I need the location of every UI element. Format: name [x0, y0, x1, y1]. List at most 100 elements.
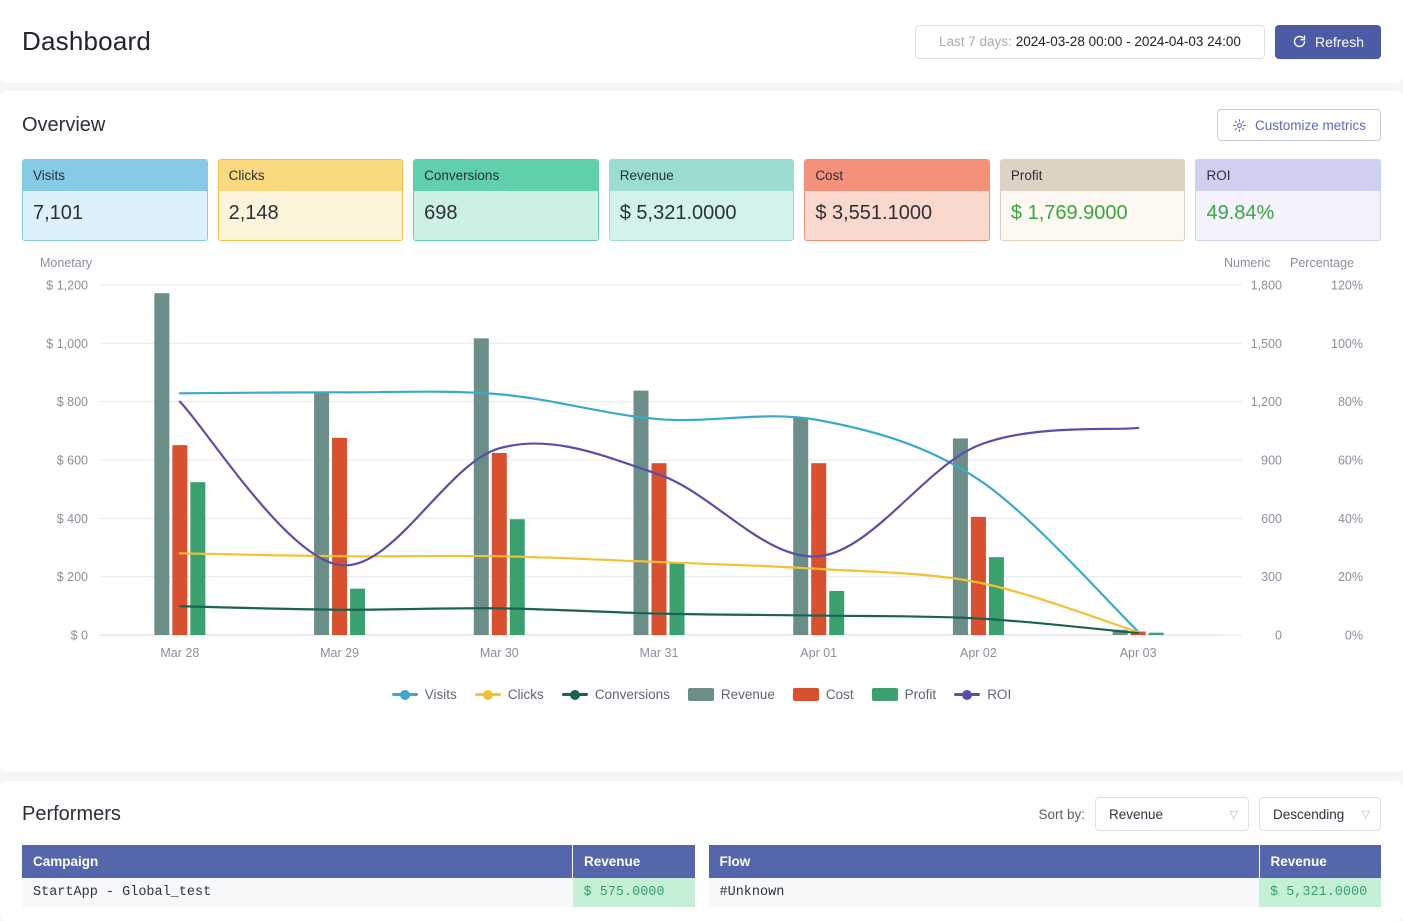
axis-tick-left: $ 200	[57, 570, 88, 584]
metric-label: Profit	[1000, 160, 1185, 191]
legend-item-conversions[interactable]: Conversions	[561, 687, 670, 702]
legend-item-roi[interactable]: ROI	[954, 687, 1011, 702]
metric-value: $ 1,769.9000	[1000, 191, 1185, 240]
legend-item-revenue[interactable]: Revenue	[687, 687, 775, 702]
legend-marker	[871, 688, 898, 701]
bar-profit[interactable]	[988, 557, 1004, 635]
axis-tick-percentage: 120%	[1331, 279, 1363, 293]
legend-marker	[687, 688, 714, 701]
overview-panel: Overview Customize metrics Visits 7,101 Cl…	[0, 91, 1403, 772]
customize-metrics-button[interactable]: Customize metrics	[1216, 109, 1381, 141]
sort-by-label: Sort by:	[1038, 806, 1085, 822]
header-actions: Last 7 days: 2024-03-28 00:00 - 2024-04-…	[914, 24, 1381, 59]
table-cell: $ 575.0000	[572, 878, 695, 907]
axis-tick-percentage: 100%	[1331, 337, 1363, 351]
metric-card-cost[interactable]: Cost $ 3,551.1000	[804, 159, 990, 241]
metric-value: 7,101	[23, 191, 207, 240]
bar-profit[interactable]	[190, 482, 206, 635]
metric-label: Clicks	[218, 160, 403, 191]
flow_table-column-header[interactable]: Revenue	[1259, 845, 1381, 878]
legend-marker	[474, 689, 501, 700]
bar-revenue[interactable]	[633, 390, 649, 635]
axis-tick-x: Mar 30	[480, 646, 519, 660]
legend-marker	[391, 689, 418, 700]
chevron-down-icon: ▽	[1361, 808, 1370, 821]
metric-value: 2,148	[218, 191, 403, 240]
customize-metrics-label: Customize metrics	[1254, 117, 1366, 133]
axis-tick-percentage: 80%	[1338, 395, 1363, 409]
table-header-row: Flow Revenue	[708, 845, 1381, 878]
metric-value: 698	[414, 191, 598, 240]
legend-item-profit[interactable]: Profit	[871, 687, 937, 702]
axis-tick-numeric: 600	[1261, 512, 1282, 526]
axis-title: Numeric	[1224, 256, 1271, 270]
metric-card-visits[interactable]: Visits 7,101	[22, 159, 208, 241]
bar-cost[interactable]	[332, 437, 348, 635]
table-row[interactable]: StartApp - Global_test $ 575.0000	[22, 878, 695, 907]
sort-direction-value: Descending	[1273, 806, 1345, 822]
legend-item-visits[interactable]: Visits	[391, 687, 457, 702]
campaign_table-column-header[interactable]: Revenue	[572, 845, 695, 878]
overview-title: Overview	[22, 113, 106, 136]
axis-tick-numeric: 1,200	[1251, 395, 1282, 409]
axis-tick-numeric: 1,800	[1251, 279, 1282, 293]
metric-value: $ 5,321.0000	[609, 191, 794, 240]
legend-label: Visits	[424, 687, 457, 702]
axis-tick-left: $ 0	[71, 629, 88, 643]
legend-label: Conversions	[594, 687, 670, 702]
axis-tick-numeric: 0	[1275, 629, 1282, 643]
campaign_table-column-header[interactable]: Campaign	[22, 845, 573, 878]
legend-marker	[954, 689, 981, 700]
table-cell: $ 5,321.0000	[1259, 878, 1381, 907]
metric-label: Visits	[23, 160, 207, 191]
axis-tick-left: $ 1,200	[46, 279, 88, 293]
metric-card-roi[interactable]: ROI 49.84%	[1195, 159, 1382, 241]
legend-item-cost[interactable]: Cost	[792, 687, 854, 702]
legend-label: Cost	[825, 687, 854, 702]
bar-profit[interactable]	[350, 588, 366, 635]
bar-revenue[interactable]	[793, 417, 809, 635]
table-cell: StartApp - Global_test	[22, 878, 573, 907]
legend-item-clicks[interactable]: Clicks	[474, 687, 544, 702]
date-range-picker[interactable]: Last 7 days: 2024-03-28 00:00 - 2024-04-…	[914, 24, 1265, 59]
metric-card-clicks[interactable]: Clicks 2,148	[217, 159, 404, 241]
flow-table: Flow Revenue #Unknown $ 5,321.0000	[708, 845, 1381, 907]
metric-card-revenue[interactable]: Revenue $ 5,321.0000	[608, 159, 795, 241]
performers-panel: Performers Sort by: Revenue ▽ Descending…	[0, 781, 1403, 921]
performers-tables: Campaign Revenue StartApp - Global_test $ …	[0, 831, 1403, 907]
page-title: Dashboard	[22, 26, 151, 56]
sort-direction-select[interactable]: Descending ▽	[1259, 797, 1381, 831]
sort-by-select[interactable]: Revenue ▽	[1095, 797, 1249, 831]
metric-label: Cost	[805, 160, 989, 191]
table-row[interactable]: #Unknown $ 5,321.0000	[708, 878, 1381, 907]
axis-tick-numeric: 300	[1261, 570, 1282, 584]
bar-revenue[interactable]	[473, 338, 489, 635]
legend-label: Profit	[904, 687, 937, 702]
date-range-value: 2024-03-28 00:00 - 2024-04-03 24:00	[1015, 34, 1241, 49]
metric-card-profit[interactable]: Profit $ 1,769.9000	[999, 159, 1186, 241]
axis-tick-x: Apr 03	[1120, 646, 1157, 660]
chart-canvas: Monetary Numeric Percentage $ 0 0 0% $ 200 300 2…	[40, 256, 1363, 660]
bar-profit[interactable]	[509, 519, 525, 635]
axis-tick-x: Mar 28	[160, 646, 199, 660]
bar-profit[interactable]	[669, 562, 685, 635]
bar-cost[interactable]	[651, 463, 667, 635]
bar-profit[interactable]	[829, 590, 845, 635]
flow_table-column-header[interactable]: Flow	[708, 845, 1260, 878]
bar-profit[interactable]	[1148, 632, 1164, 635]
performers-controls: Sort by: Revenue ▽ Descending ▽	[1038, 797, 1381, 831]
metric-label: ROI	[1196, 160, 1381, 191]
legend-label: Revenue	[720, 687, 775, 702]
refresh-label: Refresh	[1314, 33, 1364, 50]
axis-tick-x: Apr 02	[960, 646, 997, 660]
axis-tick-left: $ 400	[57, 512, 88, 526]
bar-cost[interactable]	[811, 463, 827, 635]
bar-revenue[interactable]	[314, 391, 330, 635]
bar-revenue[interactable]	[154, 293, 170, 635]
legend-marker	[561, 689, 588, 700]
refresh-button[interactable]: Refresh	[1274, 24, 1381, 59]
axis-tick-numeric: 1,500	[1251, 337, 1282, 351]
metric-value: $ 3,551.1000	[805, 191, 989, 240]
table-header-row: Campaign Revenue	[22, 845, 695, 878]
metric-card-conversions[interactable]: Conversions 698	[413, 159, 599, 241]
